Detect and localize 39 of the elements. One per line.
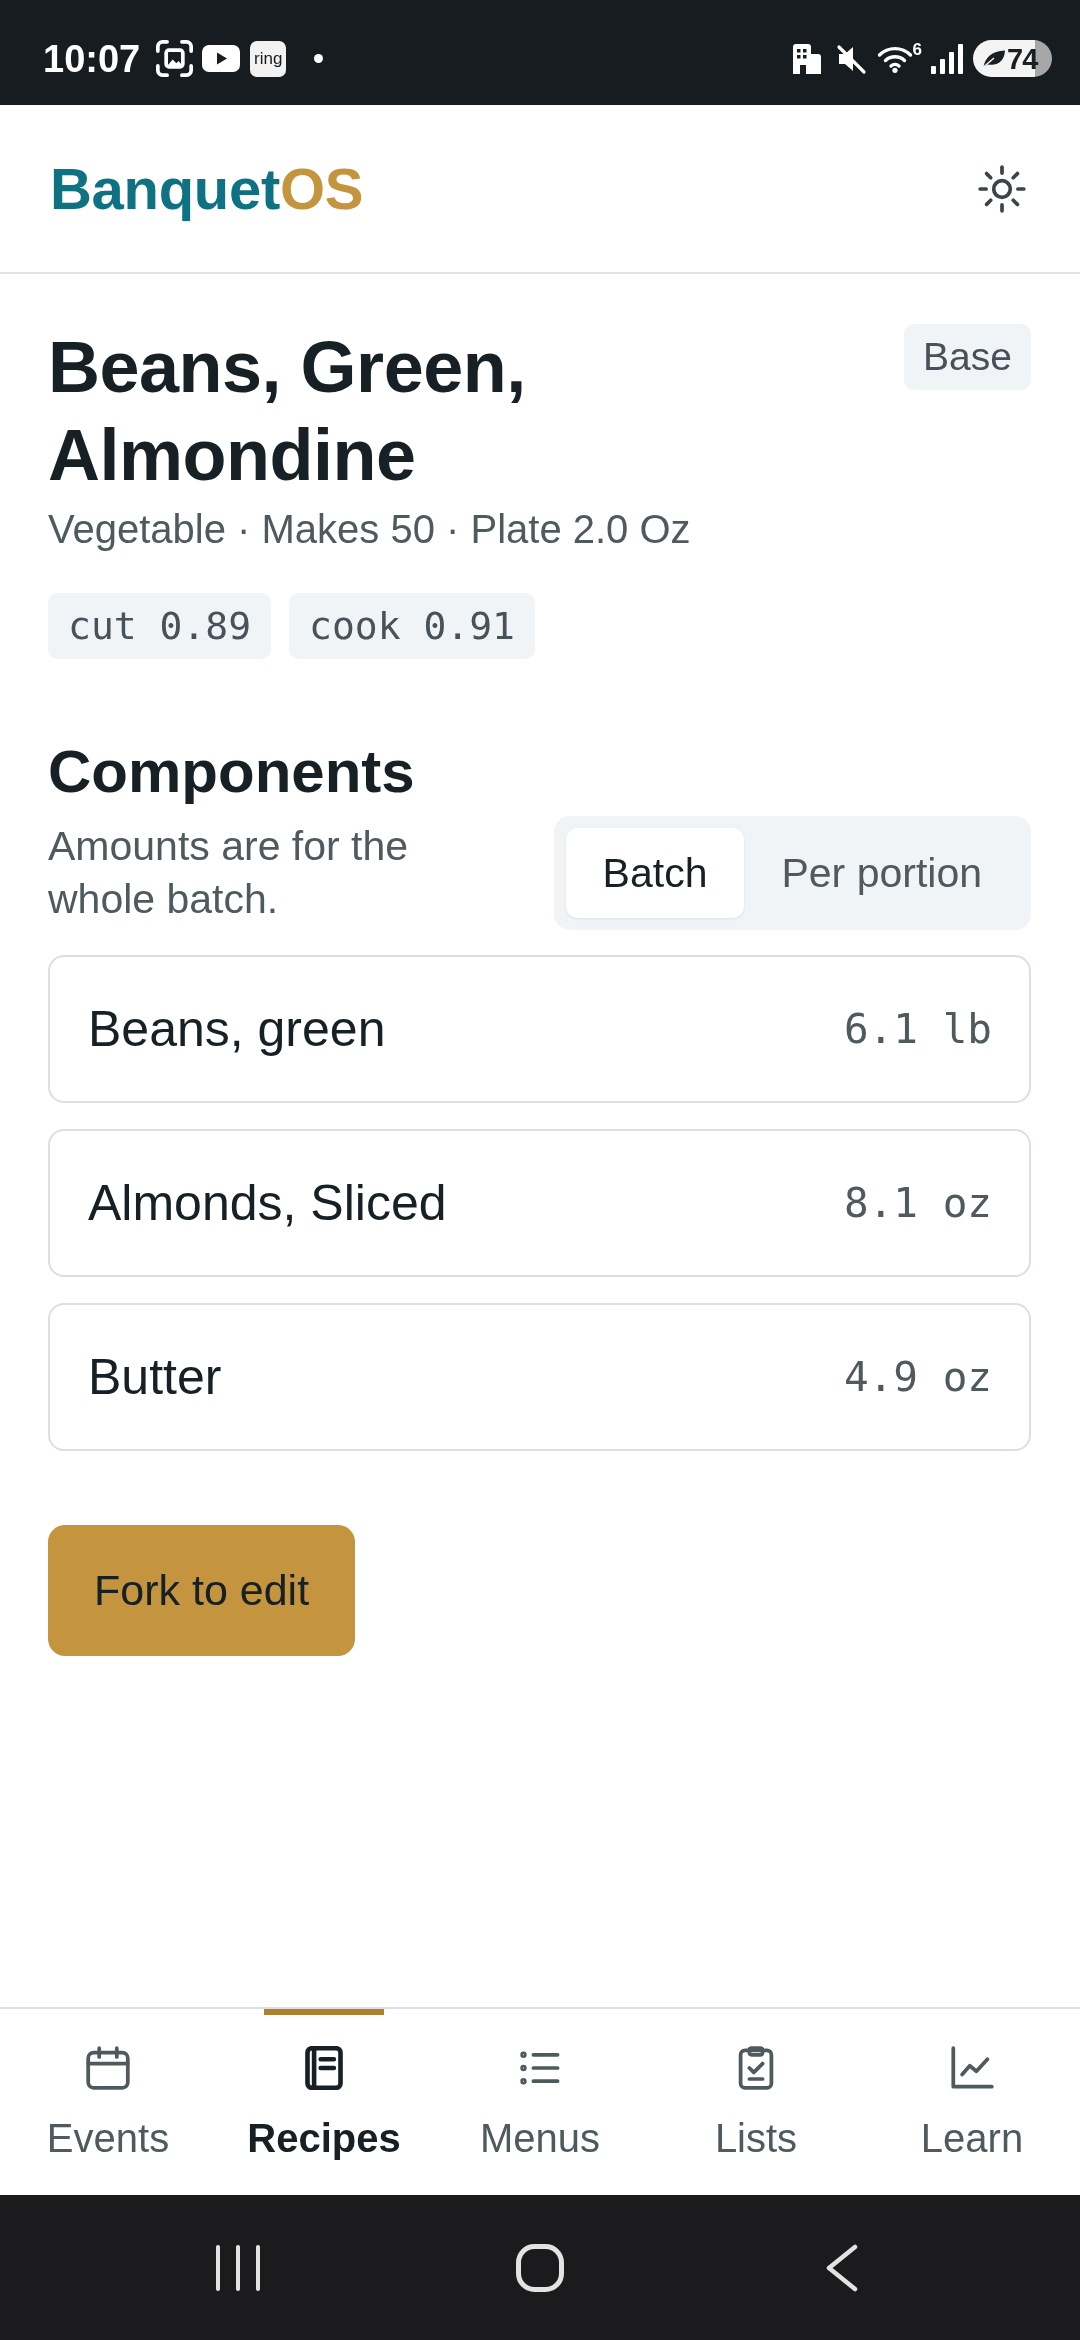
screenshot-icon (156, 40, 194, 77)
ingredient-name: Almonds, Sliced (88, 1174, 447, 1233)
line-chart-icon (950, 2046, 994, 2090)
wifi-icon (876, 44, 913, 73)
notebook-icon (302, 2046, 346, 2090)
battery-level-text: 74 (1007, 41, 1038, 76)
recipe-meta: Vegetable · Makes 50 · Plate 2.0 Oz (48, 506, 692, 553)
app-notification-icon: ring (250, 40, 287, 77)
fork-button[interactable]: Fork to edit (48, 1525, 356, 1656)
play-icon (202, 45, 241, 72)
building-icon (792, 43, 821, 74)
nav-tab[interactable]: Events (0, 2009, 216, 2195)
nav-tab[interactable]: Lists (648, 2009, 864, 2195)
ingredient-amount: 4.9 oz (843, 1352, 992, 1403)
section-note: Amounts are for the whole batch. (48, 822, 410, 924)
nav-tab[interactable]: Learn (864, 2009, 1080, 2195)
yield-tag: cut 0.89 (48, 593, 272, 659)
ingredient-amount: 6.1 lb (843, 1004, 992, 1055)
back-icon[interactable] (826, 2243, 858, 2292)
nav-tab[interactable]: Menus (432, 2009, 648, 2195)
ingredient-amount: 8.1 oz (843, 1178, 992, 1229)
recipe-title: Beans, Green, Almondine (48, 326, 527, 497)
clock-time: 10:07 (43, 36, 141, 81)
status-badge: Base (904, 324, 1031, 390)
section-heading: Components (48, 737, 416, 807)
notification-dot-icon (314, 54, 324, 63)
recents-icon[interactable] (216, 2244, 260, 2291)
yield-tag: cook 0.91 (289, 593, 535, 659)
ingredient-name: Beans, green (88, 1000, 386, 1059)
signal-icon (931, 43, 963, 74)
calendar-icon (86, 2046, 130, 2090)
toggle-option[interactable]: Batch (565, 828, 745, 918)
app-logo: BanquetOS (50, 154, 364, 223)
ingredient-name: Butter (88, 1348, 222, 1407)
home-icon[interactable] (516, 2243, 564, 2292)
sun-icon (978, 164, 1026, 213)
toggle-option[interactable]: Per portion (744, 828, 1019, 918)
leaf-icon (982, 49, 1006, 68)
wifi-band-text: 6 (912, 40, 922, 60)
